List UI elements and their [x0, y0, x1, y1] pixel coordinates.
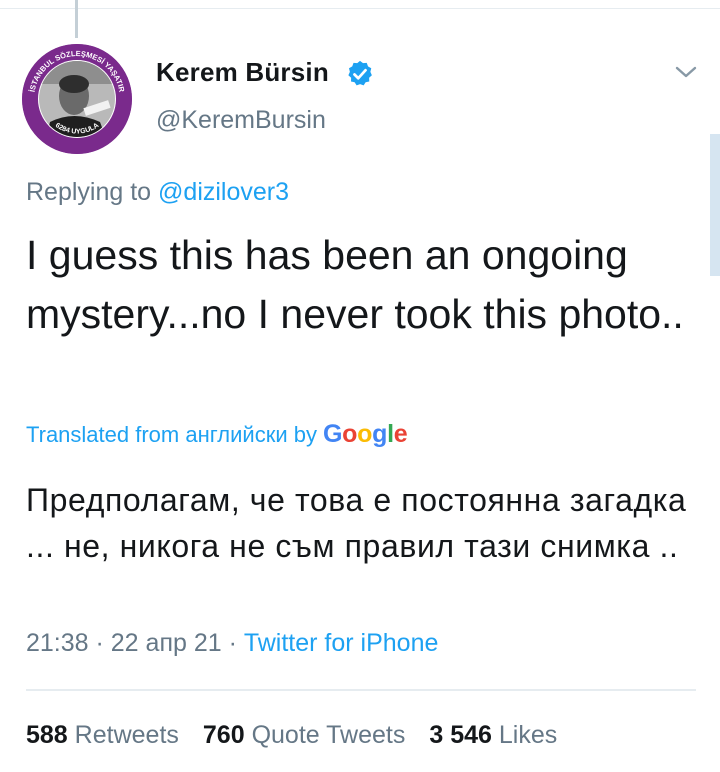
tweet-metadata: 21:38 · 22 апр 21 · Twitter for iPhone [26, 629, 438, 658]
likes-label: Likes [498, 721, 558, 749]
quote-tweets-count: 760 [202, 721, 245, 749]
top-divider [0, 8, 720, 9]
tweet-source-link[interactable]: Twitter for iPhone [244, 629, 439, 657]
tweet-stats: 588 Retweets 760 Quote Tweets 3 546 Likes [26, 721, 557, 750]
tweet-date: 22 апр 21 [110, 629, 222, 657]
stats-divider [26, 689, 696, 691]
tweet-detail-screen: İSTANBUL SÖZLEŞMESİ YAŞATIR 6284 UYGULA … [0, 0, 720, 772]
quote-tweets-label: Quote Tweets [251, 721, 406, 749]
tweet-time: 21:38 [26, 629, 89, 657]
replying-to: Replying to @dizilover3 [26, 178, 289, 207]
retweets-label: Retweets [74, 721, 179, 749]
meta-separator: · [88, 629, 111, 657]
thread-connector-line [75, 0, 78, 38]
scrollbar[interactable] [710, 134, 720, 276]
translation-label[interactable]: Translated from английски by [26, 422, 317, 448]
retweets-count: 588 [26, 721, 68, 749]
author-name[interactable]: Kerem Bürsin [156, 57, 329, 88]
avatar[interactable]: İSTANBUL SÖZLEŞMESİ YAŞATIR 6284 UYGULA [22, 44, 132, 154]
translated-tweet-text: Предполагам, че това е постоянна загадка… [26, 482, 687, 564]
quote-tweets-stat[interactable]: 760 Quote Tweets [203, 721, 405, 749]
replying-to-prefix: Replying to [26, 178, 159, 206]
meta-separator: · [221, 629, 244, 657]
retweets-stat[interactable]: 588 Retweets [26, 721, 179, 749]
tweet-text: I guess this has been an ongoing mystery… [26, 232, 684, 337]
translation-attribution[interactable]: Translated from английски by Google [26, 420, 408, 449]
reply-mention-link[interactable]: @dizilover3 [158, 178, 289, 206]
avatar-image: İSTANBUL SÖZLEŞMESİ YAŞATIR 6284 UYGULA [22, 44, 132, 154]
likes-count: 3 546 [429, 721, 492, 749]
google-logo: Google [322, 420, 408, 448]
likes-stat[interactable]: 3 546 Likes [429, 721, 557, 749]
author-handle[interactable]: @KeremBursin [156, 106, 326, 135]
verified-badge-icon [348, 60, 372, 86]
chevron-down-icon[interactable] [672, 62, 700, 82]
